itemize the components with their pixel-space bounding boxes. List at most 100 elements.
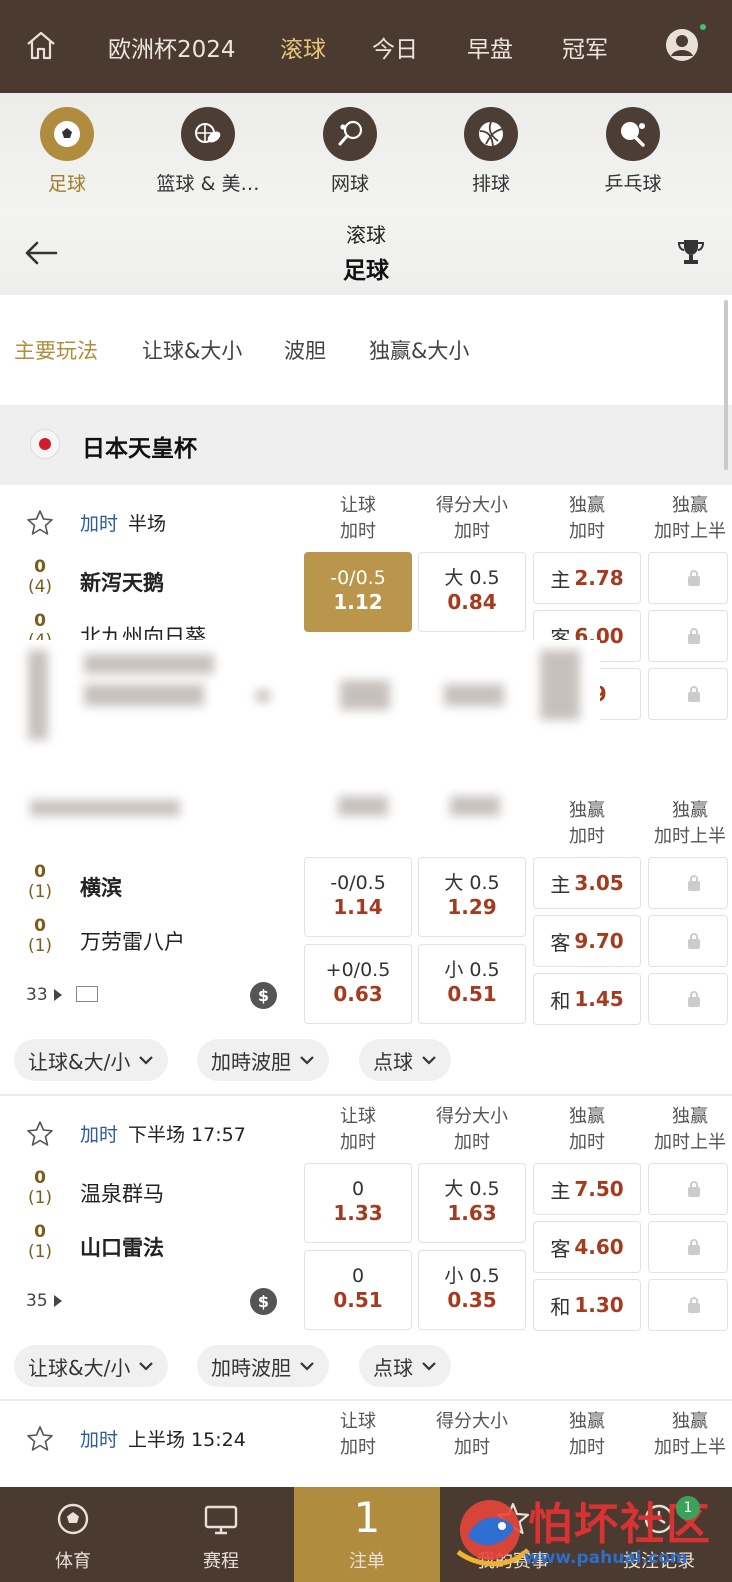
col-winner-extra: 独赢 <box>672 1411 708 1432</box>
away-score: 0 <box>34 611 46 631</box>
sport-table-tennis[interactable]: 乒乓球 <box>573 107 693 196</box>
locked-odds <box>648 857 728 909</box>
pitch-icon[interactable] <box>76 986 98 1002</box>
favorite-star-icon[interactable] <box>26 1425 54 1453</box>
col-totals-sub: 加时 <box>454 1437 490 1458</box>
col-winner: 独赢 <box>569 1411 605 1432</box>
sport-volleyball[interactable]: 排球 <box>431 107 551 196</box>
chevron-down-icon <box>139 1362 154 1371</box>
odds-winner-draw[interactable]: 和 1.45 <box>533 973 641 1025</box>
odds-winner-away[interactable]: 客 9.70 <box>533 915 641 967</box>
chip-handicap-totals[interactable]: 让球&大/小 <box>14 1345 169 1387</box>
odds-handicap-away[interactable]: +0/0.5 0.63 <box>304 944 412 1024</box>
league-header[interactable]: 日本天皇杯 <box>0 405 732 485</box>
page-title: 足球 <box>343 258 389 284</box>
tab-main-markets[interactable]: 主要玩法 <box>14 335 98 365</box>
col-winner-extra: 独赢 <box>672 800 708 821</box>
lock-icon <box>688 1297 700 1313</box>
sport-soccer-label: 足球 <box>47 173 86 195</box>
top-nav-bar: 欧洲杯2024 滚球 今日 早盘 冠军 <box>0 0 732 93</box>
nav-early[interactable]: 早盘 <box>467 30 513 64</box>
bottom-nav-betslip[interactable]: 1 注单 <box>294 1487 440 1582</box>
scrollbar[interactable] <box>724 300 728 470</box>
home-team: 温泉群马 <box>80 1182 164 1206</box>
nav-today[interactable]: 今日 <box>372 30 418 64</box>
nav-outright[interactable]: 冠军 <box>562 30 608 64</box>
col-winner-sub: 加时 <box>569 1437 605 1458</box>
odds-winner-home[interactable]: 主 3.05 <box>533 857 641 909</box>
col-winner: 独赢 <box>569 495 605 516</box>
home-icon[interactable] <box>24 28 58 62</box>
tab-handicap-totals[interactable]: 让球&大小 <box>142 335 242 365</box>
nav-euro2024[interactable]: 欧洲杯2024 <box>108 30 236 64</box>
col-winner-extra: 独赢 <box>672 1106 708 1127</box>
away-team: 山口雷法 <box>80 1236 164 1260</box>
odds-handicap-home[interactable]: -0/0.5 1.12 <box>304 552 412 632</box>
col-winner: 独赢 <box>569 1106 605 1127</box>
monitor-icon <box>204 1505 238 1535</box>
col-winner-extra-sub: 加时上半 <box>654 521 726 542</box>
col-handicap-sub: 加时 <box>340 521 376 542</box>
lock-icon <box>688 1181 700 1197</box>
user-avatar-icon[interactable] <box>664 27 700 63</box>
watermark-url: www.pahuai.com <box>524 1548 688 1568</box>
away-score-sub: (1) <box>27 1242 53 1262</box>
odds-handicap-home[interactable]: 0 1.33 <box>304 1163 412 1243</box>
odds-winner-draw[interactable]: 和 1.30 <box>533 1279 641 1331</box>
col-totals: 得分大小 <box>436 1106 508 1127</box>
basketball-football-icon <box>195 123 221 143</box>
chip-handicap-totals[interactable]: 让球&大/小 <box>14 1039 169 1081</box>
chip-extra-correct-score[interactable]: 加時波胆 <box>197 1039 329 1081</box>
soccer-ball-icon <box>54 121 80 147</box>
match-minute: 33 <box>26 985 48 1005</box>
sport-basketball[interactable]: 篮球 & 美… <box>148 107 268 196</box>
odds-over[interactable]: 大 0.5 1.63 <box>418 1163 526 1243</box>
odds-winner-home[interactable]: 主 2.78 <box>533 552 641 604</box>
cashout-icon[interactable]: $ <box>250 1288 277 1315</box>
match-state: 加时 <box>80 1429 119 1451</box>
lock-icon <box>688 933 700 949</box>
match-state: 加时 <box>80 1124 119 1146</box>
locked-odds <box>648 973 728 1025</box>
trophy-icon[interactable] <box>676 237 706 267</box>
odds-winner-away[interactable]: 客 4.60 <box>533 1221 641 1273</box>
sport-tennis[interactable]: 网球 <box>290 107 410 196</box>
odds-over[interactable]: 大 0.5 1.29 <box>418 857 526 937</box>
lock-icon <box>688 628 700 644</box>
tab-correct-score[interactable]: 波胆 <box>284 335 326 365</box>
match-period: 下半场 17:57 <box>128 1124 246 1146</box>
home-team: 新泻天鹅 <box>80 571 164 595</box>
home-score-sub: (1) <box>27 1188 53 1208</box>
chip-penalty[interactable]: 点球 <box>359 1039 451 1081</box>
tab-winner-totals[interactable]: 独赢&大小 <box>369 335 469 365</box>
cashout-icon[interactable]: $ <box>250 982 277 1009</box>
bottom-nav-betslip-label: 注单 <box>349 1551 385 1572</box>
bottom-nav-sports-label: 体育 <box>55 1551 91 1572</box>
odds-handicap-away[interactable]: 0 0.51 <box>304 1250 412 1330</box>
home-score-sub: (4) <box>27 577 53 597</box>
chevron-down-icon <box>300 1362 314 1371</box>
lock-icon <box>688 1239 700 1255</box>
locked-odds <box>648 610 728 662</box>
favorite-star-icon[interactable] <box>26 1120 54 1148</box>
odds-handicap-home[interactable]: -0/0.5 1.14 <box>304 857 412 937</box>
odds-over[interactable]: 大 0.5 0.84 <box>418 552 526 632</box>
away-score: 0 <box>34 916 46 936</box>
odds-under[interactable]: 小 0.5 0.35 <box>418 1250 526 1330</box>
chevron-down-icon <box>422 1362 436 1371</box>
favorite-star-icon[interactable] <box>26 509 54 537</box>
odds-winner-home[interactable]: 主 7.50 <box>533 1163 641 1215</box>
col-winner-extra: 独赢 <box>672 495 708 516</box>
chip-extra-correct-score[interactable]: 加時波胆 <box>197 1345 329 1387</box>
sport-soccer[interactable]: 足球 <box>7 107 127 196</box>
col-winner-extra-sub: 加时上半 <box>654 826 726 847</box>
col-totals-sub: 加时 <box>454 1132 490 1153</box>
odds-under[interactable]: 小 0.5 0.51 <box>418 944 526 1024</box>
lock-icon <box>688 991 700 1007</box>
nav-inplay[interactable]: 滚球 <box>280 30 326 64</box>
chip-penalty[interactable]: 点球 <box>359 1345 451 1387</box>
chevron-down-icon <box>422 1056 436 1065</box>
bottom-nav-schedule[interactable]: 赛程 <box>148 1487 294 1582</box>
bottom-nav-sports[interactable]: 体育 <box>0 1487 146 1582</box>
tennis-icon <box>338 120 363 146</box>
